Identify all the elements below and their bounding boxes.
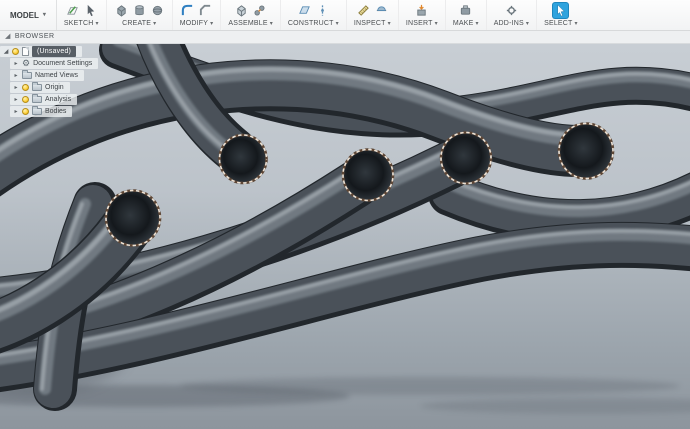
visibility-bulb-icon[interactable] (12, 48, 19, 55)
addins-menu[interactable]: ADD-INS ▾ (494, 20, 529, 27)
inspect-menu[interactable]: INSPECT ▾ (354, 20, 391, 27)
browser-item-label: Bodies (45, 108, 66, 115)
folder-icon (32, 108, 42, 115)
toolbar-group-insert: INSERT ▾ (398, 0, 445, 30)
construction-axis-icon[interactable] (315, 3, 330, 18)
browser-item-label: Origin (45, 84, 64, 91)
create-menu[interactable]: CREATE ▾ (122, 20, 156, 27)
chevron-down-icon: ▾ (526, 21, 529, 27)
browser-item-analysis[interactable]: ▸ Analysis (10, 94, 77, 105)
chevron-down-icon: ▾ (43, 12, 46, 18)
viewport-canvas[interactable] (0, 44, 690, 429)
expander-icon[interactable]: ▸ (13, 61, 19, 67)
cylinder-primitive-icon[interactable] (132, 3, 147, 18)
insert-icon[interactable] (414, 3, 429, 18)
document-icon (22, 47, 29, 56)
section-analysis-icon[interactable] (374, 3, 389, 18)
browser-item-label: Document Settings (33, 60, 92, 67)
expander-icon[interactable]: ▸ (13, 109, 19, 115)
browser-panel-title: BROWSER (15, 33, 55, 40)
chevron-down-icon: ▾ (435, 21, 438, 27)
modify-menu[interactable]: MODIFY ▾ (180, 20, 214, 27)
insert-menu[interactable]: INSERT ▾ (406, 20, 438, 27)
construction-plane-icon[interactable] (297, 3, 312, 18)
addins-icon[interactable] (504, 3, 519, 18)
tube-right-mid[interactable] (450, 178, 690, 221)
toolbar-group-assemble: ASSEMBLE ▾ (220, 0, 280, 30)
browser-tree: ◢ (Unsaved) ▸ ⚙ Document Settings ▸ Name… (0, 46, 98, 117)
make-icon[interactable] (458, 3, 473, 18)
toolbar-group-make: MAKE ▾ (445, 0, 486, 30)
gear-icon: ⚙ (22, 59, 30, 68)
toolbar-group-inspect: INSPECT ▾ (346, 0, 398, 30)
expander-icon[interactable]: ◢ (3, 49, 9, 55)
chevron-down-icon: ▾ (475, 21, 478, 27)
visibility-bulb-icon[interactable] (22, 84, 29, 91)
expander-icon[interactable]: ▸ (13, 85, 19, 91)
toolbar-group-modify: MODIFY ▾ (172, 0, 221, 30)
browser-root-row[interactable]: ◢ (Unsaved) (0, 46, 82, 57)
box-primitive-icon[interactable] (114, 3, 129, 18)
browser-item-label: Named Views (35, 72, 78, 79)
construct-menu[interactable]: CONSTRUCT ▾ (288, 20, 339, 27)
create-sketch-icon[interactable] (65, 3, 80, 18)
browser-panel-header[interactable]: ◢ BROWSER (0, 30, 690, 44)
browser-item-origin[interactable]: ▸ Origin (10, 82, 70, 93)
browser-item-label: Analysis (45, 96, 71, 103)
folder-icon (32, 96, 42, 103)
panel-corner-icon: ◢ (5, 33, 11, 40)
toolbar-group-addins: ADD-INS ▾ (486, 0, 536, 30)
toolbar-group-sketch: SKETCH ▾ (57, 0, 106, 30)
browser-item-named-views[interactable]: ▸ Named Views (10, 70, 84, 81)
workspace-switcher[interactable]: MODEL ▾ (0, 0, 57, 30)
measure-icon[interactable] (356, 3, 371, 18)
browser-item-document-settings[interactable]: ▸ ⚙ Document Settings (10, 58, 98, 69)
new-component-icon[interactable] (234, 3, 249, 18)
fillet-icon[interactable] (180, 3, 195, 18)
folder-icon (32, 84, 42, 91)
pointer-icon[interactable] (83, 3, 98, 18)
browser-item-bodies[interactable]: ▸ Bodies (10, 106, 72, 117)
chevron-down-icon: ▾ (96, 21, 99, 27)
workspace-label: MODEL (10, 11, 39, 20)
toolbar-group-create: CREATE ▾ (106, 0, 172, 30)
toolbar-group-construct: CONSTRUCT ▾ (280, 0, 346, 30)
select-menu[interactable]: SELECT ▾ (544, 20, 578, 27)
expander-icon[interactable]: ▸ (13, 97, 19, 103)
sphere-primitive-icon[interactable] (150, 3, 165, 18)
make-menu[interactable]: MAKE ▾ (453, 20, 479, 27)
chevron-down-icon: ▾ (388, 21, 391, 27)
main-toolbar: MODEL ▾ SKETCH ▾ (0, 0, 690, 31)
select-cursor-icon[interactable] (553, 3, 568, 18)
chamfer-icon[interactable] (198, 3, 213, 18)
joint-icon[interactable] (252, 3, 267, 18)
expander-icon[interactable]: ▸ (13, 73, 19, 79)
sketch-menu[interactable]: SKETCH ▾ (64, 20, 99, 27)
chevron-down-icon: ▾ (575, 21, 578, 27)
chevron-down-icon: ▾ (270, 21, 273, 27)
visibility-bulb-icon[interactable] (22, 108, 29, 115)
chevron-down-icon: ▾ (210, 21, 213, 27)
chevron-down-icon: ▾ (336, 21, 339, 27)
folder-icon (22, 72, 32, 79)
fusion-window: MODEL ▾ SKETCH ▾ (0, 0, 690, 429)
viewport[interactable] (0, 44, 690, 429)
assemble-menu[interactable]: ASSEMBLE ▾ (228, 20, 273, 27)
toolbar-group-select: SELECT ▾ (536, 0, 585, 30)
document-title[interactable]: (Unsaved) (32, 46, 76, 57)
chevron-down-icon: ▾ (153, 21, 156, 27)
visibility-bulb-icon[interactable] (22, 96, 29, 103)
